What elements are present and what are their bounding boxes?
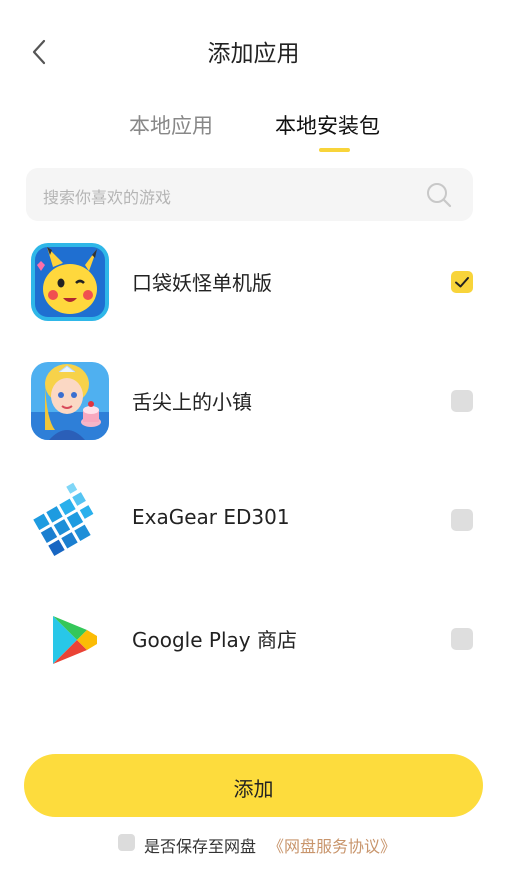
- cake-girl-app-icon: [31, 362, 109, 440]
- app-row-town[interactable]: 舌尖上的小镇: [0, 362, 507, 462]
- app-checkbox-checked[interactable]: [451, 271, 473, 293]
- tab-local-apps[interactable]: 本地应用: [129, 110, 213, 140]
- search-bar[interactable]: 搜索你喜欢的游戏: [26, 168, 473, 221]
- app-name: ExaGear ED301: [132, 505, 290, 529]
- app-row-exagear[interactable]: ExaGear ED301: [0, 481, 507, 581]
- app-row-pokemon[interactable]: 口袋妖怪单机版: [0, 243, 507, 343]
- add-button[interactable]: 添加: [24, 754, 483, 817]
- app-name: 舌尖上的小镇: [132, 390, 252, 414]
- app-checkbox[interactable]: [451, 509, 473, 531]
- add-button-label: 添加: [233, 777, 274, 801]
- pikachu-app-icon: [31, 243, 109, 321]
- search-icon[interactable]: [425, 181, 453, 209]
- app-checkbox[interactable]: [451, 390, 473, 412]
- check-icon: [455, 277, 469, 288]
- cloud-service-agreement-link[interactable]: 《网盘服务协议》: [268, 833, 396, 857]
- search-placeholder[interactable]: 搜索你喜欢的游戏: [43, 184, 171, 208]
- app-name: Google Play 商店: [132, 628, 297, 652]
- google-play-icon: [31, 600, 109, 678]
- header: 添加应用: [0, 0, 507, 100]
- page-title: 添加应用: [207, 41, 300, 67]
- app-checkbox[interactable]: [451, 628, 473, 650]
- app-row-google-play[interactable]: Google Play 商店: [0, 600, 507, 700]
- save-to-cloud-checkbox[interactable]: [118, 834, 135, 851]
- save-to-cloud-label: 是否保存至网盘: [144, 837, 257, 856]
- app-name: 口袋妖怪单机版: [132, 271, 272, 295]
- tab-local-packages[interactable]: 本地安装包: [275, 110, 380, 140]
- exagear-app-icon: [31, 481, 109, 559]
- active-tab-indicator: [319, 148, 350, 152]
